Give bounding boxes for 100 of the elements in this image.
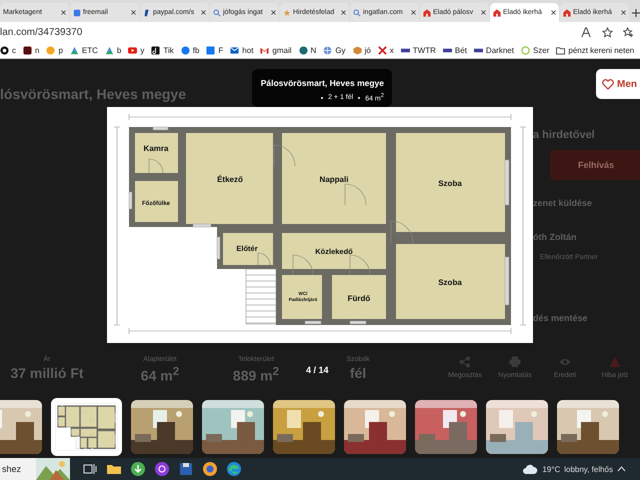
door-swing bbox=[344, 184, 366, 206]
bookmark[interactable]: Gy bbox=[323, 46, 346, 54]
bar-icon bbox=[474, 46, 483, 54]
bookmark[interactable]: N bbox=[298, 46, 316, 54]
room-label: Szoba bbox=[438, 179, 462, 188]
contact-title: a hirdetővel bbox=[533, 129, 595, 141]
image-counter: 4 / 14 bbox=[306, 365, 329, 375]
bookmark[interactable]: p bbox=[46, 46, 63, 54]
close-icon[interactable] bbox=[61, 10, 66, 15]
bookmark[interactable]: hot bbox=[230, 46, 254, 54]
bookmark[interactable]: b bbox=[104, 46, 122, 54]
bookmark[interactable]: Darknet bbox=[474, 46, 514, 54]
warning-icon bbox=[609, 356, 621, 368]
search-icon bbox=[353, 8, 361, 16]
bookmark[interactable]: y bbox=[128, 46, 144, 54]
room-label: Nappali bbox=[320, 175, 348, 184]
thumbnail[interactable] bbox=[486, 400, 548, 454]
bookmark[interactable]: Szer bbox=[520, 46, 550, 54]
stat-value: fél bbox=[350, 365, 366, 381]
room bbox=[223, 233, 273, 265]
chevron-up-icon[interactable] bbox=[617, 466, 626, 472]
bookmark[interactable]: c bbox=[0, 46, 16, 54]
agent-name: óth Zoltán bbox=[533, 232, 576, 242]
window bbox=[152, 126, 168, 130]
page-heading: lósvörösmart, Heves megye bbox=[0, 86, 186, 102]
close-icon[interactable] bbox=[551, 10, 556, 15]
room-label: Étkező bbox=[217, 175, 243, 184]
bar-icon bbox=[400, 46, 410, 54]
room-label: Kamra bbox=[144, 144, 168, 153]
slant-icon bbox=[143, 8, 151, 16]
door-swing bbox=[60, 412, 63, 416]
thumbnail[interactable] bbox=[557, 400, 619, 454]
bookmark[interactable]: fb bbox=[180, 46, 200, 54]
eye-icon bbox=[559, 356, 571, 368]
close-icon[interactable] bbox=[271, 10, 276, 15]
search-field[interactable]: shez bbox=[0, 458, 70, 480]
thumbnail[interactable] bbox=[344, 400, 406, 454]
square-icon bbox=[151, 46, 160, 54]
square-icon bbox=[73, 8, 81, 16]
close-icon[interactable] bbox=[341, 10, 346, 15]
star-icon bbox=[283, 8, 291, 16]
circle-icon[interactable] bbox=[154, 461, 170, 477]
circle-icon bbox=[180, 46, 190, 54]
staircase bbox=[246, 268, 276, 324]
bookmark[interactable]: jó bbox=[352, 46, 371, 54]
weather-text: lobbny, felhős bbox=[564, 464, 613, 474]
close-icon[interactable] bbox=[621, 10, 626, 15]
thumbnail[interactable] bbox=[131, 400, 193, 454]
door-swing bbox=[390, 220, 414, 244]
chart-icon bbox=[104, 46, 114, 54]
floor-plan-thumbnail[interactable] bbox=[51, 398, 122, 456]
mail-icon bbox=[230, 46, 240, 54]
star-icon[interactable] bbox=[602, 26, 613, 38]
stat-value: 64 m$^{2}$ bbox=[140, 365, 180, 384]
floppy-icon[interactable] bbox=[178, 461, 194, 477]
room-label: Szoba bbox=[438, 278, 462, 287]
thumbnail[interactable] bbox=[202, 400, 264, 454]
share-icon bbox=[459, 356, 471, 368]
bookmark[interactable]: n bbox=[23, 46, 40, 54]
room bbox=[80, 406, 97, 427]
bookmark[interactable]: TWTR bbox=[400, 46, 436, 54]
close-icon[interactable] bbox=[201, 10, 206, 15]
bookmark[interactable]: pénzt kereni neten bbox=[556, 46, 634, 54]
ring-icon bbox=[520, 46, 530, 54]
door-swing bbox=[274, 144, 296, 166]
globe-icon[interactable] bbox=[226, 461, 242, 477]
favorites-icon[interactable] bbox=[623, 26, 634, 38]
thumbnail[interactable] bbox=[415, 400, 477, 454]
bookmark[interactable]: ETC bbox=[70, 46, 98, 54]
temperature: 19°C bbox=[542, 464, 560, 474]
house-icon bbox=[493, 8, 501, 16]
download-icon[interactable] bbox=[130, 461, 146, 477]
thumbnail[interactable] bbox=[273, 400, 335, 454]
printer-icon bbox=[509, 356, 521, 368]
bookmark[interactable]: x bbox=[378, 46, 394, 54]
new-tab-icon[interactable] bbox=[632, 9, 640, 17]
read-aloud-icon[interactable] bbox=[581, 26, 592, 38]
room bbox=[135, 181, 178, 222]
room bbox=[282, 275, 322, 319]
room bbox=[135, 133, 178, 173]
bookmark[interactable]: Tik bbox=[151, 46, 174, 54]
square-icon bbox=[23, 46, 32, 54]
bookmark[interactable]: Bét bbox=[442, 46, 467, 54]
task-view-icon[interactable] bbox=[82, 461, 98, 477]
stat-value: 37 millió Ft bbox=[10, 365, 84, 381]
door-swing bbox=[258, 252, 270, 266]
window bbox=[504, 256, 510, 306]
call-button[interactable]: Felhívás bbox=[550, 150, 640, 180]
close-icon[interactable] bbox=[411, 10, 416, 15]
save-button[interactable]: Men bbox=[596, 69, 640, 99]
circle-icon bbox=[46, 46, 56, 54]
bar-icon bbox=[442, 46, 452, 54]
x-icon bbox=[378, 46, 387, 54]
chart-icon bbox=[70, 46, 79, 54]
bookmark[interactable]: F bbox=[206, 46, 224, 54]
globe-icon[interactable] bbox=[202, 461, 218, 477]
close-icon[interactable] bbox=[131, 10, 136, 15]
close-icon[interactable] bbox=[481, 10, 486, 15]
search-icon bbox=[213, 8, 221, 16]
bookmark[interactable]: gmail bbox=[260, 46, 292, 54]
